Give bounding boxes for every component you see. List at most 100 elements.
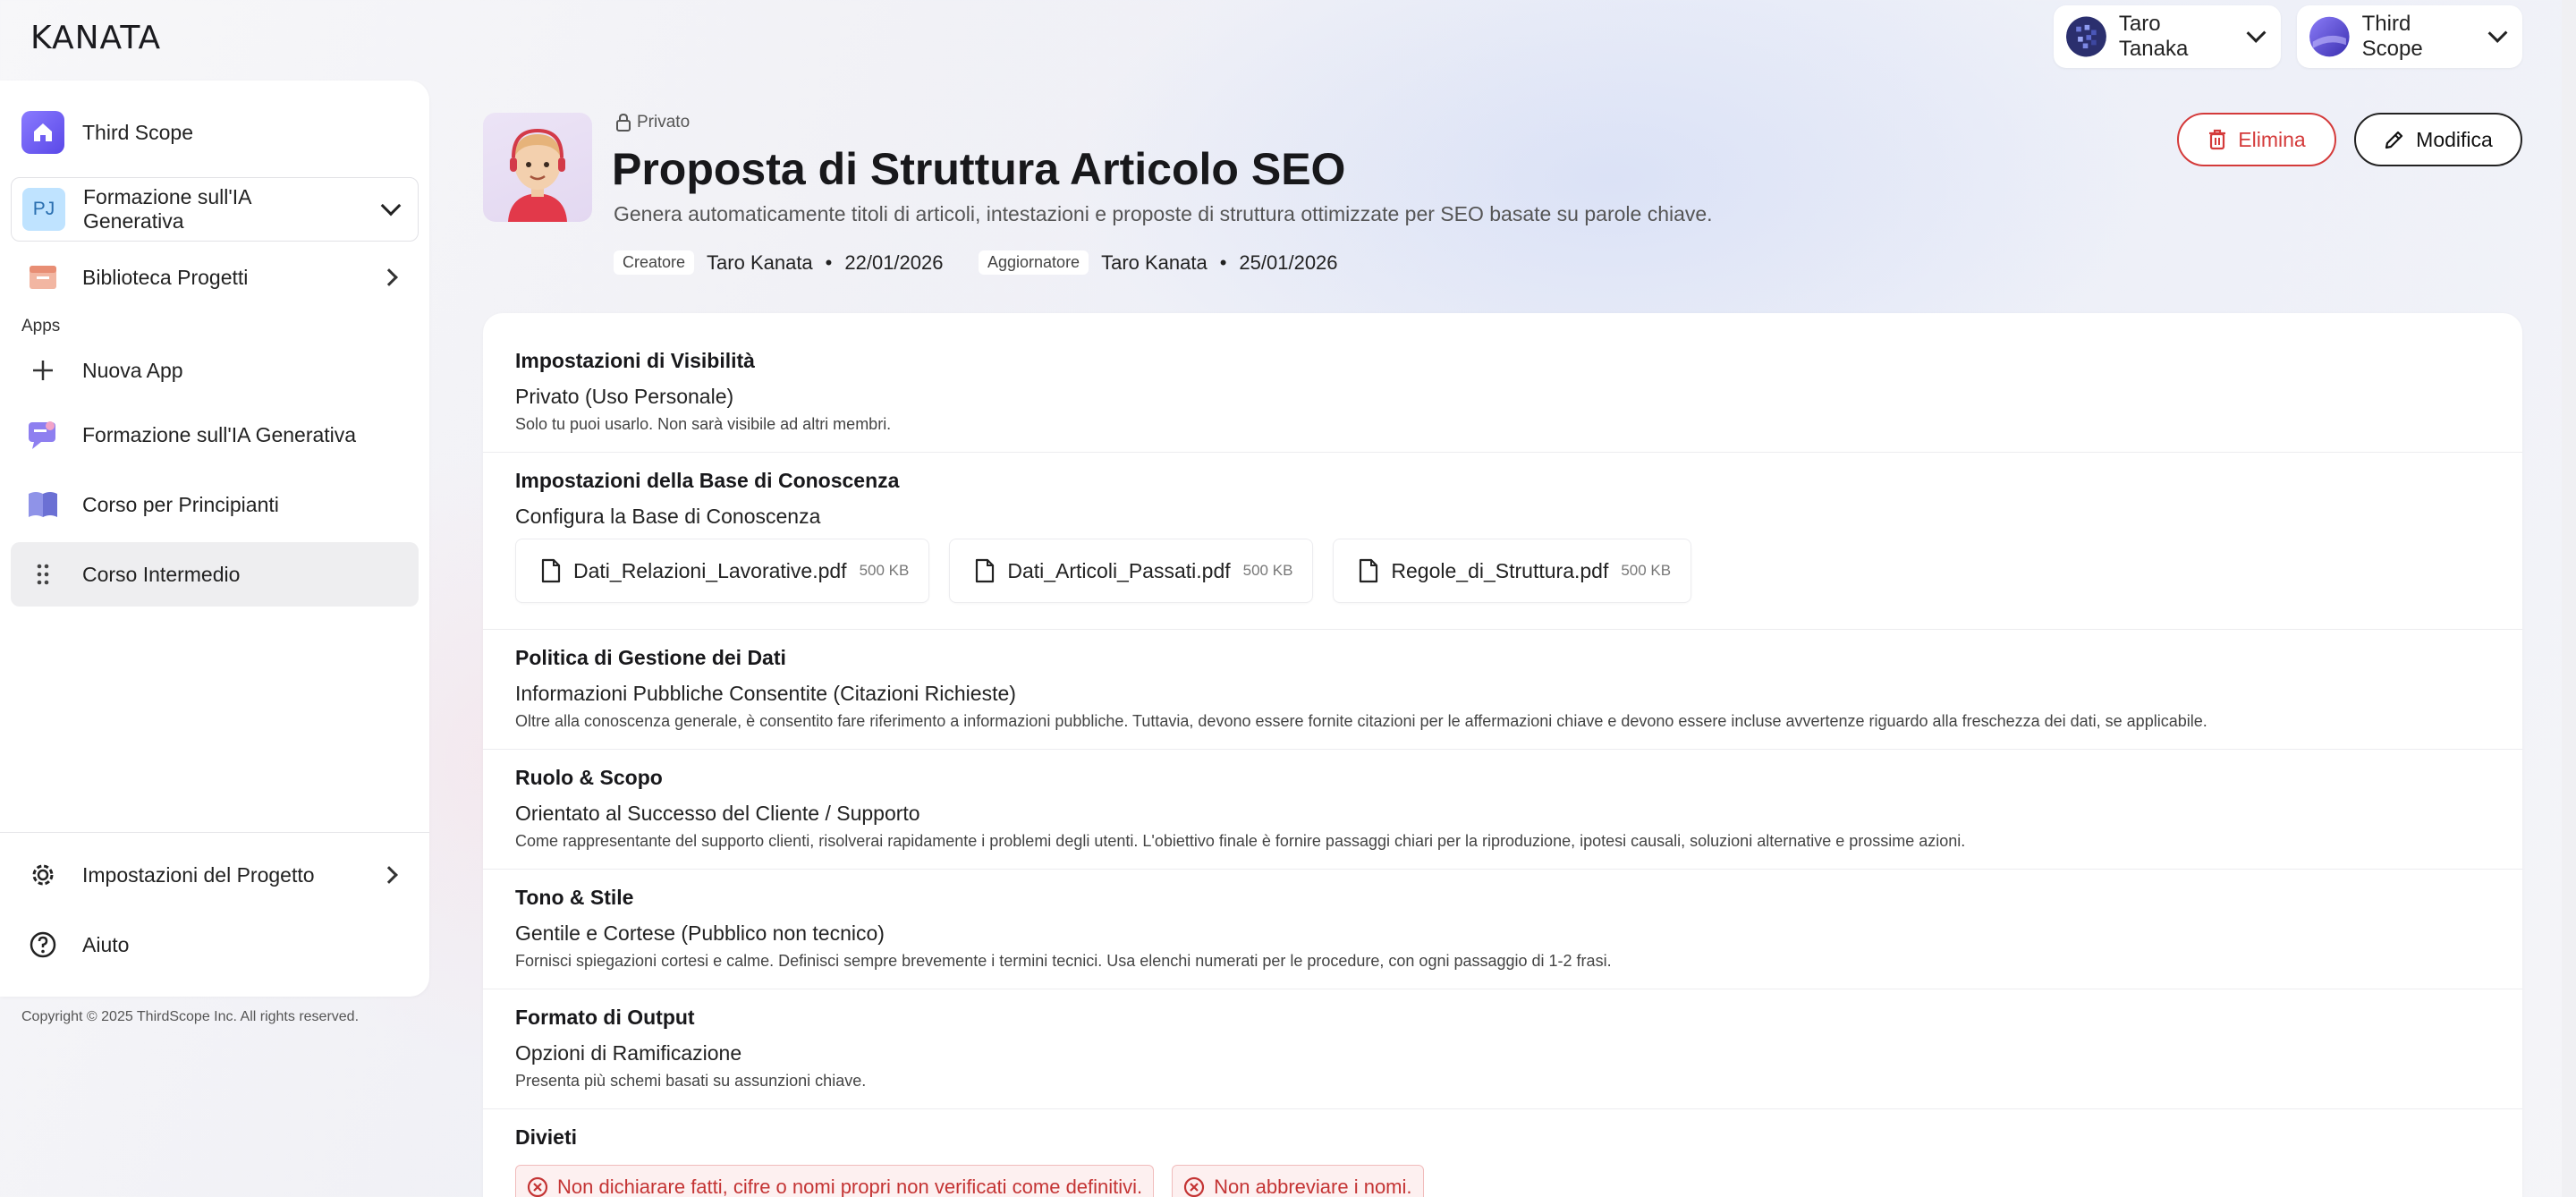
section-desc: Presenta più schemi basati su assunzioni… — [515, 1072, 867, 1090]
meta-separator: • — [1219, 250, 1227, 274]
section-desc: Oltre alla conoscenza generale, è consen… — [515, 712, 2207, 730]
workspace-menu[interactable]: Third Scope — [2297, 5, 2522, 68]
new-app-button[interactable]: Nuova App — [11, 338, 419, 403]
workspace-avatar — [2309, 16, 2350, 57]
sidebar-item-app-beginner[interactable]: Corso per Principianti — [11, 472, 419, 537]
section-knowledge-base: Impostazioni della Base di Conoscenza Co… — [483, 453, 2522, 630]
chevron-down-icon — [2246, 22, 2267, 44]
meta-separator: • — [825, 250, 833, 274]
creator-name: Taro Kanata — [707, 250, 813, 274]
section-data-policy: Politica di Gestione dei Dati Informazio… — [483, 630, 2522, 750]
user-name: Taro Tanaka — [2118, 12, 2189, 61]
updated-date: 25/01/2026 — [1239, 250, 1338, 274]
file-name: Dati_Articoli_Passati.pdf — [1007, 558, 1231, 582]
file-name: Regole_di_Struttura.pdf — [1391, 558, 1609, 582]
sidebar-divider — [0, 832, 429, 833]
app-details-card: Impostazioni di Visibilità Privato (Uso … — [483, 313, 2522, 1197]
section-role: Ruolo & Scopo Orientato al Successo del … — [483, 750, 2522, 870]
close-circle-icon — [1184, 1176, 1205, 1197]
knowledge-file[interactable]: Dati_Relazioni_Lavorative.pdf 500 KB — [515, 539, 930, 603]
trash-icon — [2209, 129, 2226, 150]
file-size: 500 KB — [1242, 562, 1293, 579]
prohibition-chip: Non dichiarare fatti, cifre o nomi propr… — [515, 1165, 1155, 1197]
section-title: Impostazioni di Visibilità — [515, 349, 755, 372]
close-circle-icon — [527, 1176, 548, 1197]
app-avatar — [483, 113, 592, 222]
sidebar-item-library[interactable]: Biblioteca Progetti — [11, 245, 419, 310]
file-name: Dati_Relazioni_Lavorative.pdf — [573, 558, 847, 582]
section-output-format: Formato di Output Opzioni di Ramificazio… — [483, 989, 2522, 1109]
file-icon — [1360, 558, 1378, 583]
file-size: 500 KB — [1621, 562, 1672, 579]
chevron-down-icon — [2487, 23, 2508, 43]
chevron-right-icon — [380, 268, 398, 286]
section-value: Configura la Base di Conoscenza — [515, 505, 821, 528]
creator-tag: Creatore — [614, 250, 695, 275]
plus-icon — [21, 349, 64, 392]
sidebar-item-label: Nuova App — [82, 358, 183, 382]
apps-heading: Apps — [21, 317, 61, 335]
sidebar-item-app-intermediate[interactable]: Corso Intermedio — [11, 542, 419, 607]
section-title: Impostazioni della Base di Conoscenza — [515, 469, 900, 492]
visibility-label: Privato — [615, 113, 690, 132]
sidebar-item-label: Impostazioni del Progetto — [82, 862, 315, 887]
scrollbar[interactable] — [2562, 0, 2576, 1197]
project-badge: PJ — [22, 188, 65, 231]
file-size: 500 KB — [859, 562, 910, 579]
prohibition-list: Non dichiarare fatti, cifre o nomi propr… — [515, 1165, 1424, 1197]
sidebar-item-app-genai[interactable]: Formazione sull'IA Generativa — [11, 403, 419, 467]
created-date: 22/01/2026 — [844, 250, 944, 274]
section-desc: Fornisci spiegazioni cortesi e calme. De… — [515, 952, 1612, 970]
section-value: Privato (Uso Personale) — [515, 385, 734, 408]
section-value: Informazioni Pubbliche Consentite (Citaz… — [515, 682, 1016, 705]
sidebar-item-label: Third Scope — [82, 120, 194, 144]
drag-handle-icon[interactable] — [21, 553, 64, 596]
section-tone: Tono & Stile Gentile e Cortese (Pubblico… — [483, 870, 2522, 989]
copyright: Copyright © 2025 ThirdScope Inc. All rig… — [21, 1009, 360, 1024]
section-title: Divieti — [515, 1125, 578, 1149]
help-icon — [21, 923, 64, 966]
book-icon — [21, 483, 64, 526]
edit-button[interactable]: Modifica — [2354, 113, 2522, 166]
user-menu[interactable]: Taro Tanaka — [2054, 5, 2281, 68]
delete-button[interactable]: Elimina — [2177, 113, 2336, 166]
file-icon — [541, 558, 561, 583]
chevron-right-icon — [380, 866, 398, 884]
home-icon — [21, 111, 64, 154]
app-logo[interactable]: KANATA — [30, 20, 161, 56]
project-selector-label: Formazione sull'IA Generativa — [83, 185, 251, 233]
section-title: Ruolo & Scopo — [515, 766, 663, 789]
sidebar-item-workspace[interactable]: Third Scope — [11, 100, 419, 165]
library-icon — [21, 256, 64, 299]
section-value: Orientato al Successo del Cliente / Supp… — [515, 802, 920, 825]
section-title: Politica di Gestione dei Dati — [515, 646, 786, 669]
sidebar-item-label: Biblioteca Progetti — [82, 265, 249, 289]
updater-meta: Aggiornatore Taro Kanata • 25/01/2026 — [979, 250, 1338, 275]
sidebar-item-settings[interactable]: Impostazioni del Progetto — [11, 843, 419, 907]
knowledge-file[interactable]: Dati_Articoli_Passati.pdf 500 KB — [949, 539, 1314, 603]
chat-sparkle-icon — [21, 413, 64, 456]
pencil-icon — [2385, 131, 2403, 149]
section-title: Tono & Stile — [515, 886, 634, 909]
knowledge-file[interactable]: Regole_di_Struttura.pdf 500 KB — [1333, 539, 1692, 603]
page-subtitle: Genera automaticamente titoli di articol… — [614, 202, 1713, 225]
sidebar-item-label: Formazione sull'IA Generativa — [82, 422, 357, 446]
sidebar-item-help[interactable]: Aiuto — [11, 913, 419, 977]
section-value: Gentile e Cortese (Pubblico non tecnico) — [515, 921, 885, 945]
updater-tag: Aggiornatore — [979, 250, 1089, 275]
creator-meta: Creatore Taro Kanata • 22/01/2026 — [614, 250, 943, 275]
updater-name: Taro Kanata — [1101, 250, 1208, 274]
gear-icon — [21, 853, 64, 896]
sidebar-item-label: Corso Intermedio — [82, 562, 241, 586]
section-visibility: Impostazioni di Visibilità Privato (Uso … — [483, 313, 2522, 453]
section-desc: Solo tu puoi usarlo. Non sarà visibile a… — [515, 415, 892, 433]
section-value: Opzioni di Ramificazione — [515, 1041, 742, 1065]
project-selector[interactable]: PJ Formazione sull'IA Generativa — [11, 177, 419, 242]
knowledge-file-list: Dati_Relazioni_Lavorative.pdf 500 KB Dat… — [515, 539, 1692, 603]
lock-icon — [616, 114, 631, 132]
sidebar-item-label: Aiuto — [82, 932, 130, 956]
user-avatar — [2066, 16, 2106, 57]
sidebar: Third Scope PJ Formazione sull'IA Genera… — [0, 81, 429, 997]
section-desc: Come rappresentante del supporto clienti… — [515, 832, 1966, 850]
sidebar-item-label: Corso per Principianti — [82, 492, 279, 516]
